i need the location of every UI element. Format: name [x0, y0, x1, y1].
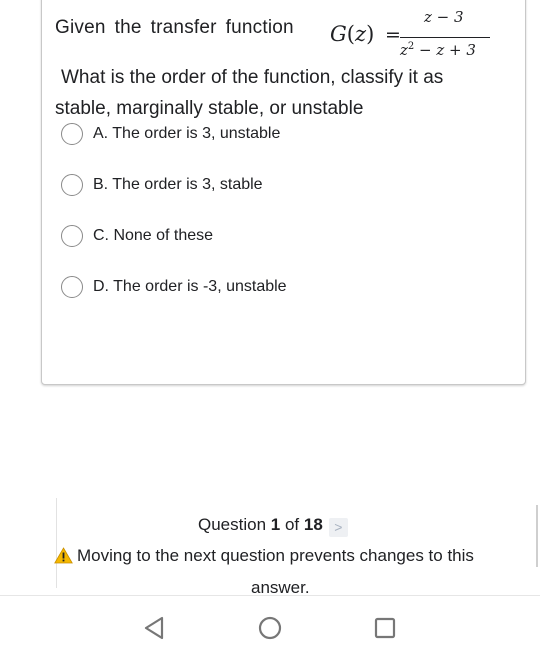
total-questions: 18 [303, 515, 323, 534]
formula-var: z [354, 22, 367, 46]
home-circle-icon[interactable] [255, 613, 285, 643]
question-line-2: stable, marginally stable, or unstable [55, 98, 364, 119]
intro-word: the [114, 17, 142, 38]
radio-button[interactable] [61, 225, 83, 247]
back-triangle-icon[interactable] [140, 613, 170, 643]
option-label: C. None of these [93, 227, 214, 244]
formula-denominator: z2 − z + 3 [400, 41, 476, 59]
next-question-button[interactable]: > [328, 518, 348, 537]
question-text: What is the order of the function, class… [55, 62, 510, 124]
counter-prefix: Question [198, 515, 271, 534]
option-label: B. The order is 3, stable [93, 176, 263, 193]
counter-of: of [280, 515, 304, 534]
recents-square-icon[interactable] [370, 613, 400, 643]
transfer-function-formula: G(z) = z − 3 z2 − z + 3 [330, 6, 490, 64]
intro-word: Given [55, 17, 106, 38]
formula-lhs: G(z) [330, 22, 375, 46]
current-question-number: 1 [270, 515, 281, 534]
radio-button[interactable] [61, 123, 83, 145]
footer-divider [56, 498, 57, 588]
nav-divider [0, 595, 540, 596]
question-line-1: What is the order of the function, class… [61, 67, 444, 88]
android-nav-bar [0, 595, 540, 659]
option-label: A. The order is 3, unstable [93, 125, 281, 142]
fraction-bar [400, 37, 490, 38]
formula-fn-name: G [330, 22, 347, 46]
intro-word: transfer [150, 17, 217, 38]
formula-numerator: z − 3 [424, 8, 464, 26]
denominator-base: z [400, 41, 408, 59]
warning-icon [54, 547, 73, 569]
scrollbar[interactable] [536, 505, 538, 567]
radio-button[interactable] [61, 174, 83, 196]
question-counter: Question 1 of 18 > [198, 515, 348, 537]
option-label: D. The order is -3, unstable [93, 278, 287, 295]
warning-message: Moving to the next question prevents cha… [54, 546, 474, 569]
formula-equals: = [385, 24, 401, 46]
radio-button[interactable] [61, 276, 83, 298]
intro-word: function [225, 17, 294, 38]
warning-text-line-1: Moving to the next question prevents cha… [77, 546, 474, 565]
denominator-rest: − z + 3 [414, 41, 476, 59]
question-intro: Given the transfer function [55, 17, 303, 39]
